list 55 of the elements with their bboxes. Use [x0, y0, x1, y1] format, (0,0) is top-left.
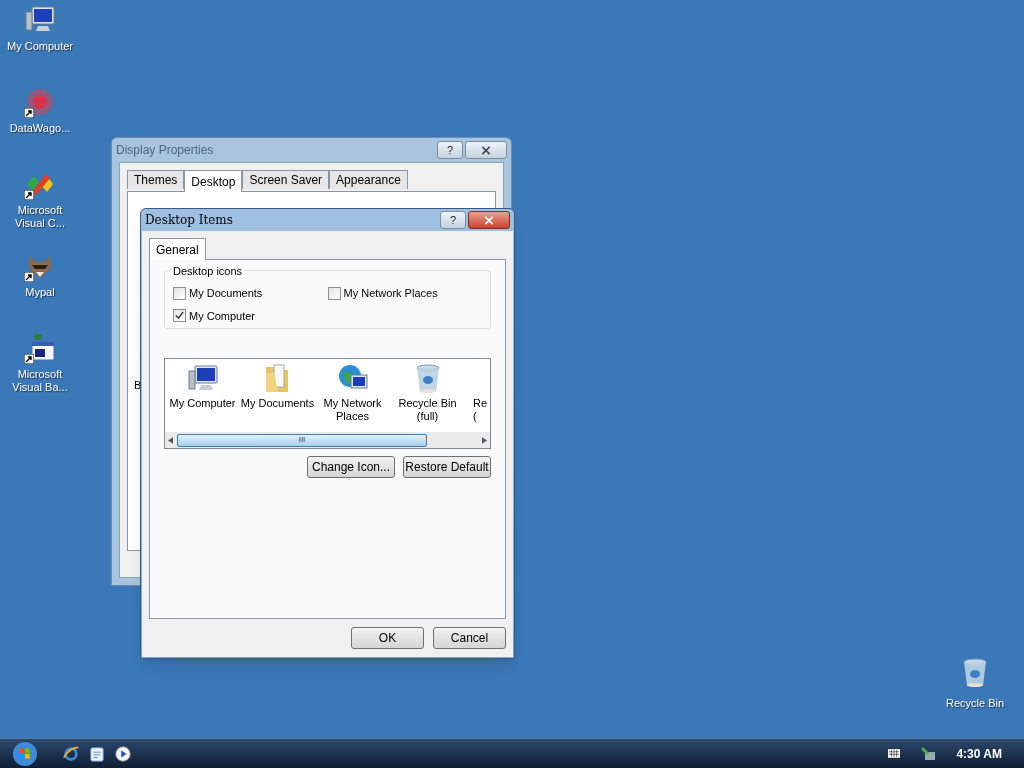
desktop-icon-label[interactable]: Microsoft Visual Ba... — [4, 368, 76, 394]
restore-default-button[interactable]: Restore Default — [403, 456, 491, 478]
checkbox[interactable] — [327, 286, 341, 300]
start-orb-icon — [12, 740, 38, 767]
cancel-button[interactable]: Cancel — [433, 627, 506, 649]
icon-caption: My Computer — [169, 397, 236, 410]
icon-list-item[interactable]: Recycle Bin (full) — [390, 363, 465, 432]
ok-button[interactable]: OK — [351, 627, 424, 649]
scroll-thumb[interactable]: III — [177, 433, 427, 447]
keyboard-icon[interactable] — [888, 749, 901, 758]
close-button[interactable] — [465, 141, 507, 159]
desktop-icon-label[interactable]: Recycle Bin — [945, 695, 1005, 712]
icon-caption: Re ( — [473, 397, 488, 423]
section-label: B — [134, 378, 142, 393]
tab[interactable]: Desktop — [184, 170, 243, 192]
media-player-icon[interactable] — [114, 744, 132, 763]
start-button[interactable] — [10, 739, 40, 768]
tab[interactable]: General — [149, 238, 206, 260]
scroll-left-icon — [168, 436, 173, 444]
close-button[interactable] — [468, 211, 510, 229]
clock[interactable]: 4:30 AM — [956, 744, 1002, 763]
tab[interactable]: Themes — [127, 170, 185, 189]
checkbox-label: My Computer — [189, 308, 256, 324]
target-icon — [24, 86, 56, 118]
checkbox[interactable] — [173, 286, 186, 300]
checkbox[interactable] — [173, 309, 186, 323]
notepad-icon[interactable] — [88, 744, 106, 763]
help-button[interactable]: ? — [440, 211, 466, 229]
scroll-right-icon — [482, 436, 487, 444]
change-icon-button[interactable]: Change Icon... — [307, 456, 395, 478]
desktop-icon-label[interactable]: My Computer — [4, 40, 76, 53]
icon-caption: Recycle Bin (full) — [398, 397, 457, 423]
network-icon[interactable] — [920, 745, 937, 762]
window-title: Display Properties — [116, 142, 214, 159]
icon-caption: My Network Places — [323, 397, 382, 423]
tab[interactable]: Screen Saver — [242, 170, 330, 189]
browser-icon[interactable] — [62, 744, 80, 763]
icon-list-item[interactable]: My Computer — [165, 363, 240, 432]
close-icon — [481, 145, 491, 155]
window-title: Desktop Items — [145, 212, 233, 229]
scroll-grip: III — [298, 436, 306, 444]
icon-list-item[interactable]: My Network Places — [315, 363, 390, 432]
icon-caption: My Documents — [240, 397, 315, 410]
desktop-icon-label[interactable]: Mypal — [4, 286, 76, 299]
desktop-icon-label[interactable]: DataWago... — [4, 122, 76, 135]
scrollbar[interactable]: III — [165, 432, 490, 448]
tab[interactable]: Appearance — [329, 170, 408, 189]
icon-list-item[interactable]: My Documents — [240, 363, 315, 432]
checkbox-label: My Network Places — [343, 286, 438, 301]
desktop-icon-label[interactable]: Microsoft Visual C... — [4, 204, 76, 230]
icon-list-item[interactable]: Re ( — [465, 363, 485, 432]
close-icon — [484, 215, 494, 225]
help-button[interactable]: ? — [437, 141, 463, 159]
checkbox-label: My Documents — [189, 286, 263, 301]
checkmark-icon — [175, 311, 184, 321]
